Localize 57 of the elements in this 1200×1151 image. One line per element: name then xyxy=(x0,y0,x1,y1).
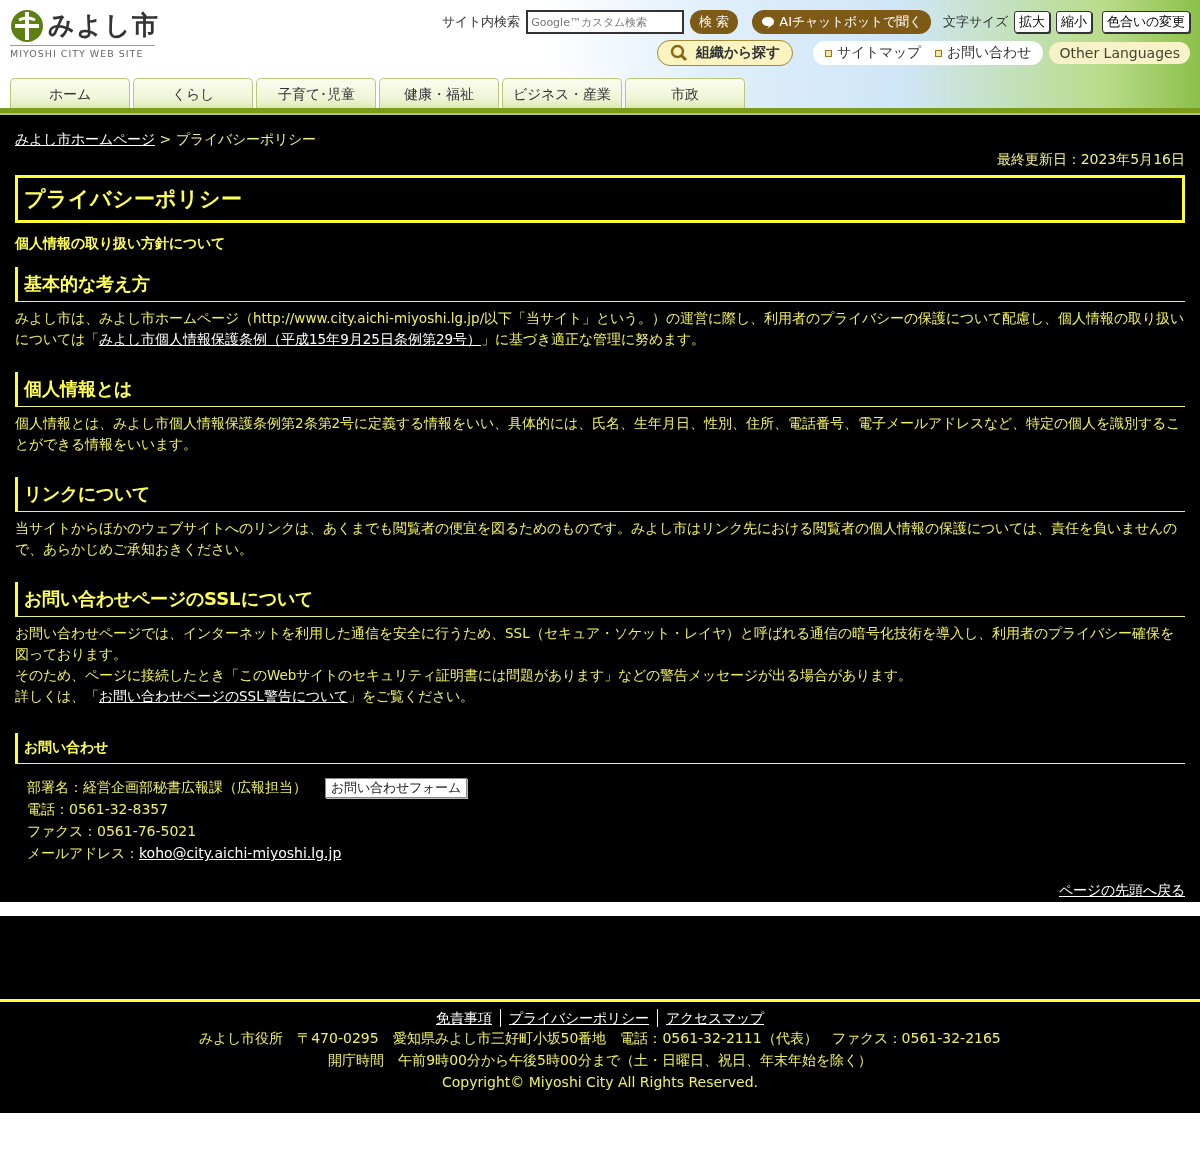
paragraph: 詳しくは、「お問い合わせページのSSL警告について」をご覧ください。 xyxy=(15,687,475,706)
footer-address: みよし市役所 〒470-0295 愛知県みよし市三好町小坂50番地 電話：0561-32-2111（代表） ファクス：0561-32-2165 xyxy=(198,1029,1002,1048)
text-link[interactable]: みよし市個人情報保護条例（平成15年9月25日条例第29号） xyxy=(99,331,482,347)
chatbot-button[interactable]: AIチャットボットで聞く xyxy=(752,10,931,34)
footer-link[interactable]: アクセスマップ xyxy=(657,1009,772,1027)
languages-button[interactable]: Other Languages xyxy=(1049,42,1190,64)
org-search-button[interactable]: 組織から探す xyxy=(657,40,794,66)
contact-form-button[interactable]: お問い合わせフォーム xyxy=(325,778,467,798)
footer-link[interactable]: プライバシーポリシー xyxy=(500,1009,657,1027)
nav-tab[interactable]: 子育て･児童 xyxy=(256,78,376,108)
square-bullet-icon xyxy=(935,49,943,57)
breadcrumb-current: プライバシーポリシー xyxy=(175,131,316,147)
nav-tab[interactable]: 健康・福祉 xyxy=(379,78,499,108)
paragraph: お問い合わせページでは、インターネットを利用した通信を安全に行うため、SSL（セキュア・ソケット・レイヤ）と呼ばれる通信の暗号化技術を導入し、利用者のプライバシー確保を図っております。 xyxy=(15,624,1175,664)
section-heading: お問い合わせページのSSLについて xyxy=(15,582,1185,617)
back-to-top-link[interactable]: ページの先頭へ戻る xyxy=(1059,882,1185,898)
color-change-button[interactable]: 色合いの変更 xyxy=(1102,11,1190,33)
copyright-text: Copyright© Miyoshi City All Rights Reserved. xyxy=(440,1073,760,1092)
email-link[interactable]: koho@city.aichi-miyoshi.lg.jp xyxy=(139,845,342,861)
section-heading: 個人情報とは xyxy=(15,372,1185,407)
font-size-label: 文字サイズ xyxy=(943,13,1008,31)
font-size-button[interactable]: 拡大 xyxy=(1014,11,1050,33)
paragraph: そのため、ページに接続したとき「このWebサイトのセキュリティ証明書には問題があります」などの警告メッセージが出る場合があります。 xyxy=(15,666,914,685)
last-updated: 最終更新日：2023年5月16日 xyxy=(996,151,1185,167)
footer-hours: 開庁時間 午前9時00分から午後5時00分まで（土・日曜日、祝日、年末年始を除く） xyxy=(327,1051,873,1070)
logo-text: みよし市 xyxy=(48,9,159,42)
search-icon xyxy=(670,44,689,62)
square-bullet-icon xyxy=(825,49,833,57)
breadcrumb-separator: > xyxy=(159,131,172,147)
speech-bubble-icon xyxy=(761,15,776,29)
footer-link[interactable]: 免責事項 xyxy=(428,1009,500,1027)
phone-text: 電話：0561-32-8357 xyxy=(27,800,170,819)
header-link[interactable]: サイトマップ xyxy=(825,44,922,62)
contact-heading: お問い合わせ xyxy=(15,733,1185,764)
search-field[interactable]: Google™カスタム検索 xyxy=(526,10,685,34)
font-size-button[interactable]: 縮小 xyxy=(1056,11,1092,33)
nav-tab[interactable]: 市政 xyxy=(625,78,745,108)
page-title: プライバシーポリシー xyxy=(15,175,1185,223)
section-heading: リンクについて xyxy=(15,477,1185,512)
section-heading: 基本的な考え方 xyxy=(15,267,1185,302)
text-link[interactable]: お問い合わせページのSSL警告について xyxy=(99,688,348,704)
nav-tab[interactable]: ホーム xyxy=(10,78,130,108)
fax-text: ファクス：0561-76-5021 xyxy=(27,822,198,841)
search-button[interactable]: 検 索 xyxy=(690,10,739,34)
page-subtitle: 個人情報の取り扱い方針について xyxy=(15,235,226,253)
search-label: サイト内検索 xyxy=(442,13,521,31)
logo-subtext: MIYOSHI CITY WEB SITE xyxy=(10,45,155,59)
email-label: メールアドレス： xyxy=(27,845,139,861)
breadcrumb-link[interactable]: みよし市ホームページ xyxy=(15,131,155,147)
header-link[interactable]: お問い合わせ xyxy=(935,44,1032,62)
city-emblem-icon xyxy=(10,8,44,43)
nav-tab[interactable]: ビジネス・産業 xyxy=(502,78,622,108)
nav-tab[interactable]: くらし xyxy=(133,78,253,108)
paragraph: 個人情報とは、みよし市個人情報保護条例第2条第2号に定義する情報をいい、具体的には、氏名、生年月日、性別、住所、電話番号、電子メールアドレスなど、特定の個人を識別することができる情報をいいます。 xyxy=(15,414,1182,454)
paragraph: みよし市は、みよし市ホームページ（http://www.city.aichi-miyoshi.lg.jp/以下「当サイト」という。）の運営に際し、利用者のプライバシーの保護について配慮し、個人情報の取り扱いについては「みよし市個人情報保護条例（平成15年9月25日条例第29号）」に基づき適正な管理に努めます。 xyxy=(15,309,1185,349)
paragraph: 当サイトからほかのウェブサイトへのリンクは、あくまでも閲覧者の便宜を図るためのものです。みよし市はリンク先における閲覧者の個人情報の保護については、責任を負いませんので、あらかじめご承知おきください。 xyxy=(15,519,1178,559)
department-text: 部署名：経営企画部秘書広報課（広報担当） xyxy=(27,779,307,795)
